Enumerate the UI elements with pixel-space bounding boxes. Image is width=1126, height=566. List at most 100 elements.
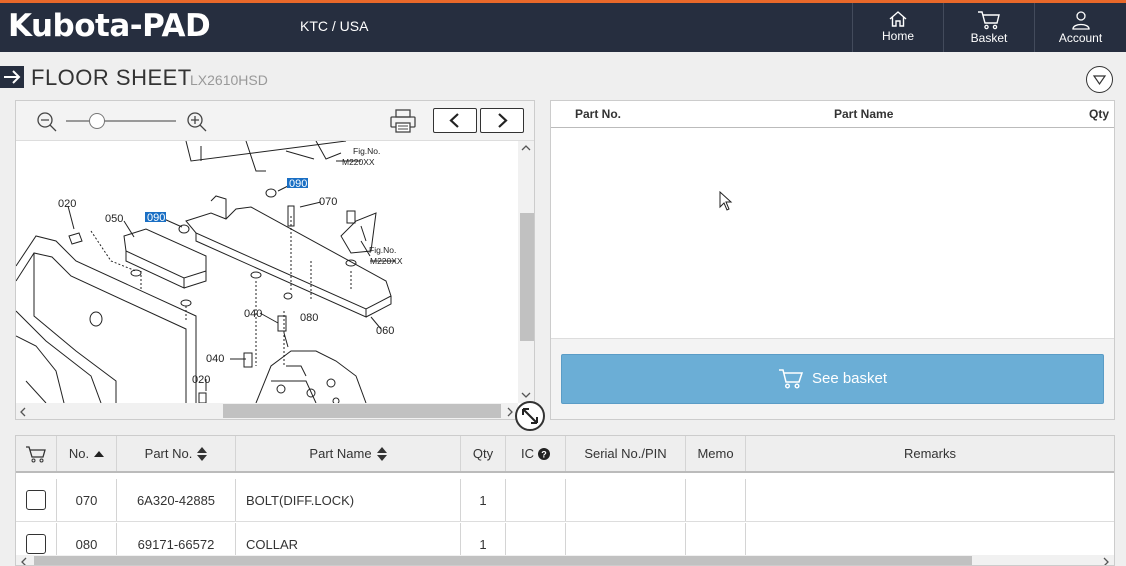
col-part-no-label: Part No.	[144, 446, 193, 461]
row-qty: 1	[460, 479, 505, 521]
vertical-scroll-thumb[interactable]	[520, 213, 534, 341]
parts-table: No. Part No. Part Name Qty IC ? Serial N…	[15, 435, 1115, 566]
table-scroll-thumb[interactable]	[34, 556, 972, 565]
header-cart-cell	[16, 436, 56, 471]
expand-arrows-icon	[522, 408, 538, 424]
home-label: Home	[881, 29, 914, 43]
app-logo[interactable]: Kubota-PAD	[8, 8, 211, 44]
zoom-out-icon[interactable]	[36, 111, 58, 133]
col-no[interactable]: No.	[56, 436, 116, 471]
col-serial: Serial No./PIN	[565, 436, 685, 471]
svg-text:090: 090	[147, 212, 165, 224]
zoom-slider-track[interactable]	[66, 120, 176, 122]
diagram-vertical-scrollbar[interactable]	[518, 141, 534, 403]
zoom-slider-handle[interactable]	[89, 113, 105, 129]
row-ic	[505, 479, 565, 521]
parts-table-header: No. Part No. Part Name Qty IC ? Serial N…	[16, 436, 1114, 473]
row-part-name: BOLT(DIFF.LOCK)	[235, 479, 460, 521]
account-label: Account	[1058, 31, 1103, 45]
scroll-right-icon[interactable]	[1102, 557, 1110, 566]
col-memo-label: Memo	[697, 446, 734, 461]
svg-text:040: 040	[244, 308, 262, 320]
exploded-parts-diagram[interactable]: Fig.No. M220XX Fig.No. M220XX 020 050 07…	[16, 141, 518, 403]
row-checkbox[interactable]	[26, 490, 46, 510]
diagram-horizontal-scrollbar[interactable]	[16, 403, 518, 419]
page-title: FLOOR SHEET	[31, 65, 192, 90]
sort-icon	[197, 446, 208, 461]
sort-icon	[376, 446, 387, 461]
previous-figure-button[interactable]	[433, 108, 477, 133]
home-button[interactable]: Home	[852, 3, 943, 52]
help-icon[interactable]: ?	[538, 447, 550, 460]
expand-viewer-button[interactable]	[515, 401, 545, 431]
svg-text:Fig.No.: Fig.No.	[353, 146, 380, 156]
svg-text:060: 060	[376, 325, 394, 337]
triangle-down-icon	[1092, 75, 1107, 86]
svg-text:?: ?	[541, 449, 547, 459]
see-basket-label: See basket	[811, 370, 888, 387]
top-navigation-bar: Kubota-PAD KTC / USA Home Basket Account	[0, 0, 1126, 52]
scroll-left-icon[interactable]	[19, 407, 27, 417]
svg-text:020: 020	[58, 198, 76, 210]
scroll-left-icon[interactable]	[20, 557, 28, 566]
row-no: 070	[56, 479, 116, 521]
row-part-no: 6A320-42885	[116, 479, 235, 521]
cart-icon	[778, 368, 804, 389]
sort-asc-icon	[94, 450, 105, 457]
row-memo	[685, 479, 745, 521]
col-memo: Memo	[685, 436, 745, 471]
filter-button[interactable]	[1086, 66, 1113, 93]
row-remarks	[745, 479, 1114, 521]
svg-text:M220XX: M220XX	[342, 157, 375, 167]
back-arrow-button[interactable]	[0, 66, 24, 88]
chevron-right-icon	[498, 113, 508, 128]
cart-icon	[26, 445, 46, 462]
basket-col-part-name: Part Name	[834, 107, 894, 121]
svg-text:080: 080	[300, 312, 318, 324]
basket-button[interactable]: Basket	[943, 3, 1034, 52]
horizontal-scroll-thumb[interactable]	[223, 404, 501, 418]
region-label: KTC / USA	[300, 18, 369, 34]
row-select-cell	[16, 479, 56, 521]
print-icon[interactable]	[389, 108, 417, 134]
viewer-toolbar	[16, 101, 534, 141]
table-horizontal-scrollbar[interactable]	[16, 555, 1114, 566]
basket-table-header: Part No. Part Name Qty	[551, 101, 1114, 128]
row-checkbox[interactable]	[26, 534, 46, 554]
table-row[interactable]: 070 6A320-42885 BOLT(DIFF.LOCK) 1	[16, 479, 1114, 522]
col-ic-label: IC	[521, 446, 534, 461]
svg-text:090: 090	[289, 178, 307, 190]
diagram-viewer: Fig.No. M220XX Fig.No. M220XX 020 050 07…	[15, 100, 535, 420]
col-qty: Qty	[460, 436, 505, 471]
see-basket-button[interactable]: See basket	[561, 354, 1104, 404]
col-part-name-label: Part Name	[309, 446, 372, 461]
chevron-left-icon	[449, 113, 459, 128]
scroll-up-icon[interactable]	[521, 144, 531, 152]
basket-panel: Part No. Part Name Qty See basket	[550, 100, 1115, 420]
col-ic: IC ?	[505, 436, 565, 471]
svg-text:Fig.No.: Fig.No.	[369, 245, 396, 255]
scroll-right-icon[interactable]	[506, 407, 514, 417]
basket-label: Basket	[970, 31, 1008, 45]
col-remarks: Remarks	[745, 436, 1114, 471]
col-qty-label: Qty	[472, 446, 494, 461]
svg-text:050: 050	[105, 213, 123, 225]
svg-text:070: 070	[319, 196, 337, 208]
scroll-down-icon[interactable]	[521, 391, 531, 399]
account-button[interactable]: Account	[1034, 3, 1126, 52]
col-serial-label: Serial No./PIN	[584, 446, 667, 461]
arrow-right-icon	[4, 70, 21, 84]
basket-col-part-no: Part No.	[575, 107, 622, 121]
svg-text:M220XX: M220XX	[370, 256, 403, 266]
svg-text:020: 020	[192, 374, 210, 386]
mouse-cursor-icon	[719, 191, 733, 211]
col-remarks-label: Remarks	[903, 446, 956, 461]
cart-icon	[978, 11, 1000, 30]
next-figure-button[interactable]	[480, 108, 524, 133]
home-icon	[889, 11, 907, 27]
basket-list	[551, 128, 1114, 339]
col-part-no[interactable]: Part No.	[116, 436, 235, 471]
zoom-in-icon[interactable]	[186, 111, 208, 133]
col-part-name[interactable]: Part Name	[235, 436, 460, 471]
col-no-label: No.	[68, 446, 90, 461]
